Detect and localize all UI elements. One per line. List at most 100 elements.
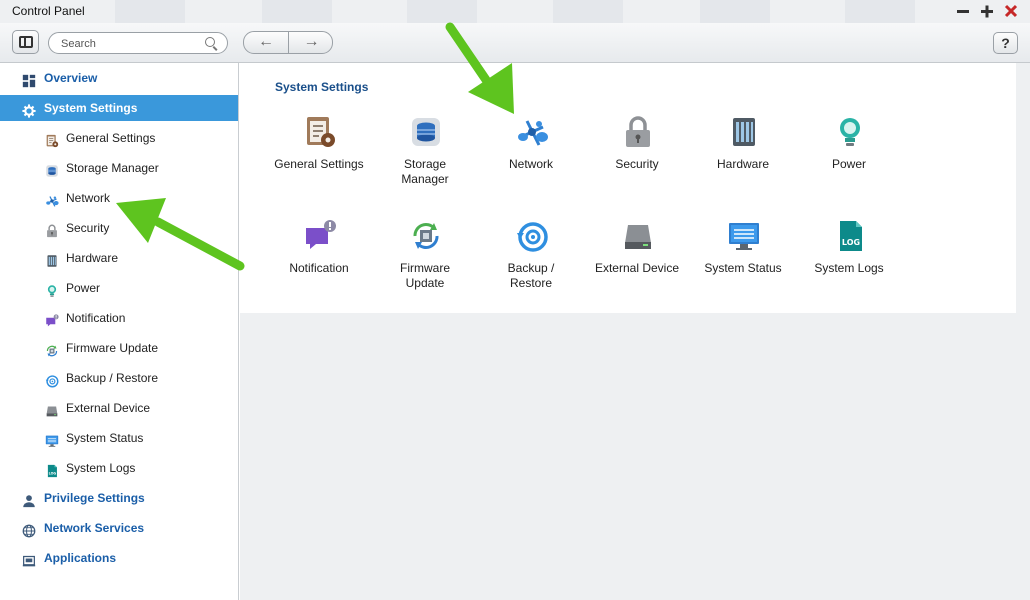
sidebar-item-network[interactable]: Network	[0, 185, 238, 211]
firmware-icon-wrap	[409, 219, 443, 253]
sidebar-item-backup-restore[interactable]: Backup / Restore	[0, 365, 238, 391]
sidebar-item-overview[interactable]: Overview	[0, 65, 238, 91]
sidebar-item-label: Storage Manager	[66, 161, 159, 175]
firmware-icon	[413, 223, 439, 249]
search-icon[interactable]	[205, 37, 215, 47]
firmware-icon-wrap	[45, 341, 59, 357]
sidebar-item-notification[interactable]: Notification	[0, 305, 238, 331]
network-icon	[46, 196, 59, 207]
monitor-icon	[729, 223, 759, 250]
tile-label: Network	[508, 157, 553, 171]
sidebar-item-label: Power	[66, 281, 101, 295]
sidebar-item-applications[interactable]: Applications	[0, 545, 238, 571]
hardware-icon-wrap	[727, 115, 761, 149]
sidebar-item-label: Network Services	[44, 521, 145, 535]
tile-notification[interactable]: Notification	[266, 219, 372, 309]
tile-system-logs[interactable]: LOG System Logs	[796, 219, 902, 309]
notification-icon	[306, 220, 336, 249]
external-device-icon	[46, 406, 58, 417]
lock-icon-wrap	[45, 221, 59, 238]
sidebar-item-storage-manager[interactable]: Storage Manager	[0, 155, 238, 181]
sidebar-item-system-logs[interactable]: LOG System Logs	[0, 455, 238, 481]
tile-system-status[interactable]: System Status	[690, 219, 796, 309]
menu-toggle-button[interactable]	[12, 30, 39, 54]
gear-icon-wrap	[22, 101, 36, 118]
network-icon-wrap	[515, 115, 549, 149]
log-icon-wrap: LOG	[45, 461, 59, 478]
external-device-icon	[625, 225, 651, 249]
help-button[interactable]: ?	[993, 32, 1018, 54]
overview-icon	[22, 74, 36, 88]
sidebar-item-label: Hardware	[66, 251, 119, 265]
title-bar: Control Panel	[0, 0, 1030, 23]
notification-icon	[46, 314, 59, 327]
tile-general-settings[interactable]: General Settings	[266, 115, 372, 205]
gear-icon	[22, 104, 36, 118]
tile-network[interactable]: Network	[478, 115, 584, 205]
hardware-icon	[47, 255, 57, 267]
sidebar-item-privilege-settings[interactable]: Privilege Settings	[0, 485, 238, 511]
sidebar-item-power[interactable]: Power	[0, 275, 238, 301]
window-title: Control Panel	[12, 4, 85, 18]
sidebar-item-label: System Status	[66, 431, 144, 445]
storage-icon-wrap	[409, 115, 443, 149]
sidebar-item-hardware[interactable]: Hardware	[0, 245, 238, 271]
back-button[interactable]: ←	[244, 32, 289, 53]
svg-text:LOG: LOG	[842, 238, 860, 247]
sidebar-item-label: System Logs	[66, 461, 136, 475]
forward-button[interactable]: →	[289, 32, 332, 53]
tile-label: Firmware Update	[400, 261, 450, 290]
tile-external-device[interactable]: External Device	[584, 219, 690, 309]
sidebar-item-system-status[interactable]: System Status	[0, 425, 238, 451]
tile-security[interactable]: Security	[584, 115, 690, 205]
tile-label: Hardware	[716, 157, 770, 171]
sidebar-item-firmware-update[interactable]: Firmware Update	[0, 335, 238, 361]
tile-firmware-update[interactable]: Firmware Update	[372, 219, 478, 309]
storage-icon-wrap	[45, 161, 59, 177]
minimize-icon	[957, 10, 969, 13]
power-bulb-icon	[47, 285, 57, 297]
notification-icon-wrap	[303, 219, 337, 253]
tile-power[interactable]: Power	[796, 115, 902, 205]
tile-hardware[interactable]: Hardware	[690, 115, 796, 205]
minimize-button[interactable]	[954, 2, 972, 20]
storage-icon	[46, 165, 58, 177]
sidebar-item-system-settings[interactable]: System Settings	[0, 95, 238, 121]
tile-backup-restore[interactable]: Backup / Restore	[478, 219, 584, 309]
sidebar-item-network-services[interactable]: Network Services	[0, 515, 238, 541]
backup-icon-wrap	[45, 371, 59, 388]
storage-icon	[412, 118, 440, 146]
lock-icon-wrap	[621, 115, 655, 149]
close-icon	[1004, 4, 1018, 18]
tile-label: System Status	[704, 261, 782, 275]
tile-label: Security	[615, 157, 659, 171]
sidebar-item-external-device[interactable]: External Device	[0, 395, 238, 421]
tile-storage-manager[interactable]: Storage Manager	[372, 115, 478, 205]
background-app-icon	[700, 0, 770, 23]
globe-icon-wrap	[22, 521, 36, 538]
sidebar-item-label: Backup / Restore	[66, 371, 159, 385]
sidebar-item-label: Overview	[44, 71, 98, 85]
search-box[interactable]	[48, 32, 228, 54]
background-app-icon	[553, 0, 623, 23]
settings-panel: System Settings General Settings Storage M…	[240, 63, 1016, 313]
search-input[interactable]	[61, 36, 201, 51]
globe-icon	[22, 524, 36, 538]
power-bulb-icon-wrap	[833, 115, 867, 149]
toolbar: ← → ?	[0, 23, 1030, 63]
monitor-icon-wrap	[727, 219, 761, 253]
network-icon	[518, 120, 548, 146]
sidebar-item-label: External Device	[66, 401, 151, 415]
log-icon: LOG	[840, 221, 862, 251]
maximize-button[interactable]	[978, 2, 996, 20]
section-title: System Settings	[275, 80, 369, 94]
backup-icon	[517, 222, 548, 252]
close-button[interactable]	[1002, 2, 1020, 20]
sidebar-item-general-settings[interactable]: General Settings	[0, 125, 238, 151]
monitor-icon-wrap	[45, 431, 59, 447]
tile-label: System Logs	[814, 261, 884, 275]
user-icon	[23, 495, 35, 508]
sidebar-item-label: General Settings	[66, 131, 156, 145]
background-app-icon	[845, 0, 915, 23]
sidebar-item-security[interactable]: Security	[0, 215, 238, 241]
